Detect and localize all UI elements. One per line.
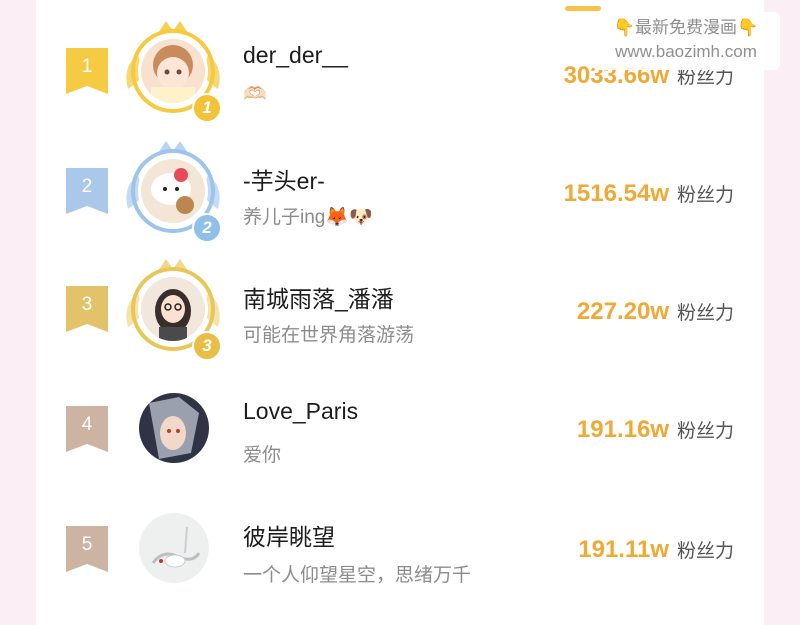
fans-value: 191.11w [578, 536, 669, 563]
medal-badge: 3 [192, 331, 222, 361]
signature: 一个人仰望星空，思绪万千 [243, 565, 472, 586]
medal-badge: 2 [192, 213, 222, 243]
fans-power: 1516.54w 粉丝力 [564, 180, 734, 208]
avatar-image [141, 277, 205, 341]
ranking-row-3[interactable]: 3 3 南城雨落_潘潘 可能在世界角落游荡 227.20w 粉丝力 [0, 258, 800, 361]
username[interactable]: Love_Paris [243, 398, 358, 425]
watermark: 👇最新免费漫画👇 www.baozimh.com [592, 12, 780, 70]
avatar-image [139, 393, 209, 463]
rank-number: 3 [81, 294, 93, 315]
signature: 爱你 [243, 445, 282, 466]
rank-number: 1 [81, 56, 93, 77]
fans-label: 粉丝力 [676, 421, 734, 442]
fans-label: 粉丝力 [676, 303, 734, 324]
fans-power: 191.16w 粉丝力 [577, 416, 734, 444]
fans-label: 粉丝力 [676, 185, 734, 206]
username[interactable]: 南城雨落_潘潘 [243, 280, 394, 314]
medal-badge: 1 [192, 93, 222, 123]
avatar-frame: 3 [118, 253, 228, 363]
avatar-image [141, 159, 205, 223]
username[interactable]: -芋头er- [243, 162, 325, 196]
signature: 养儿子ing🦊🐶 [243, 207, 373, 228]
username[interactable]: 彼岸眺望 [243, 518, 335, 552]
avatar-frame: 2 [118, 135, 228, 245]
username[interactable]: der_der__ [243, 42, 348, 69]
avatar-image [139, 513, 209, 583]
watermark-url: www.baozimh.com [615, 42, 757, 61]
avatar[interactable] [136, 510, 212, 586]
avatar-image [141, 39, 205, 103]
fans-power: 191.11w 粉丝力 [578, 536, 734, 564]
ranking-row-4[interactable]: 4 Love_Paris 爱你 191.16w 粉丝力 [0, 378, 800, 478]
fans-power: 227.20w 粉丝力 [577, 298, 734, 326]
fans-label: 粉丝力 [676, 541, 734, 562]
rank-number: 5 [81, 534, 93, 555]
fans-value: 227.20w [576, 298, 669, 325]
fans-value: 1516.54w [563, 180, 669, 207]
signature: 可能在世界角落游荡 [243, 325, 415, 346]
pointing-down-icon: 👇 [613, 18, 635, 37]
fans-label: 粉丝力 [676, 67, 734, 88]
signature: 🫶🏻 [243, 84, 267, 105]
rank-number: 2 [81, 176, 93, 197]
avatar[interactable] [136, 390, 212, 466]
tab-indicator [565, 6, 601, 11]
ranking-row-5[interactable]: 5 彼岸眺望 一个人仰望星空，思绪万千 191.11w 粉丝力 [0, 498, 800, 598]
pointing-down-icon: 👇 [737, 18, 759, 37]
ranking-row-2[interactable]: 2 2 -芋头er- 养儿子ing🦊🐶 1516.54w 粉丝力 [0, 140, 800, 243]
rank-number: 4 [81, 414, 93, 435]
avatar-frame: 1 [118, 15, 228, 125]
watermark-text: 最新免费漫画 [635, 18, 737, 37]
fans-value: 191.16w [576, 416, 669, 443]
